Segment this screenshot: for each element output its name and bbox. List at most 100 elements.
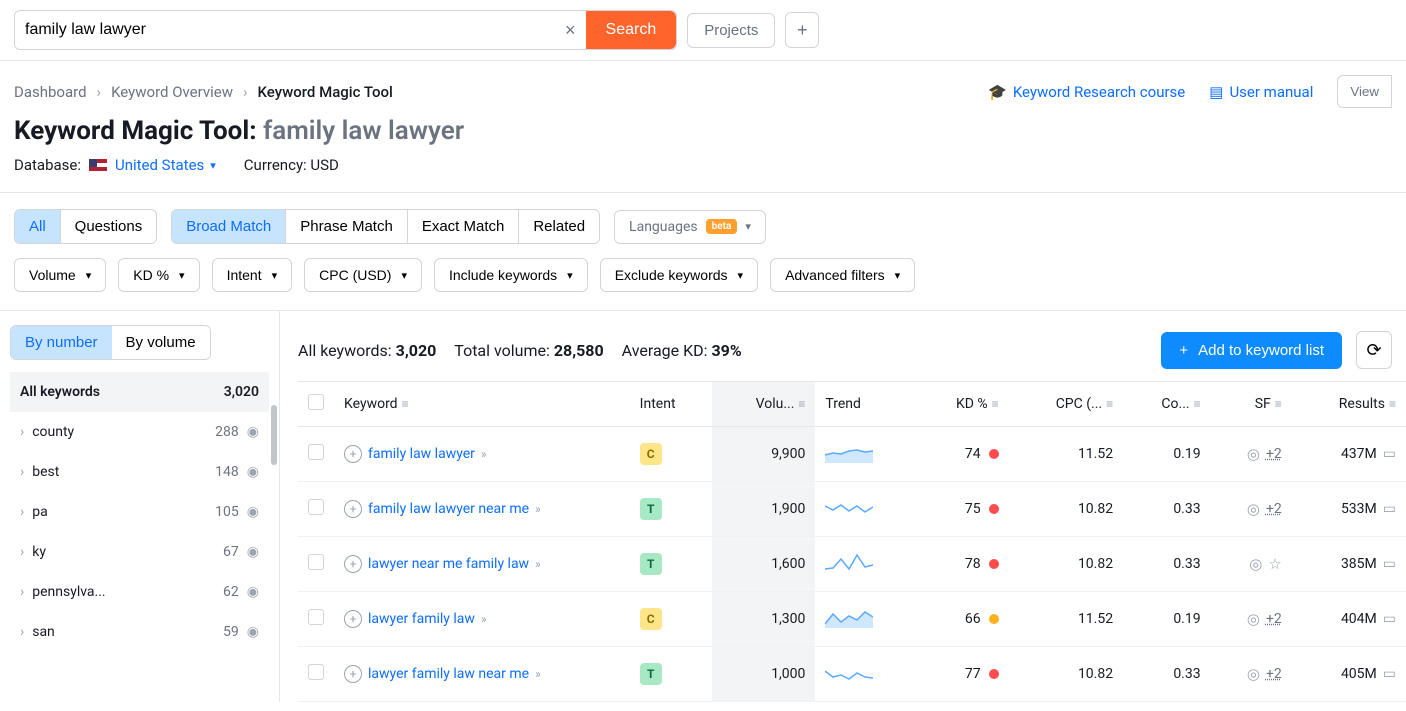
filter-advanced[interactable]: Advanced filters▾ (770, 258, 915, 292)
row-checkbox[interactable] (308, 499, 324, 515)
eye-icon[interactable]: ◉ (247, 424, 259, 440)
currency-label: Currency: USD (244, 156, 339, 174)
sidebar-item[interactable]: ›pennsylva... 62◉ (10, 572, 269, 612)
col-kd[interactable]: KD %≡ (916, 382, 1009, 427)
row-checkbox[interactable] (308, 664, 324, 680)
tab-all[interactable]: All (15, 210, 60, 243)
serp-snapshot-icon[interactable]: ▭ (1383, 501, 1396, 517)
row-checkbox[interactable] (308, 554, 324, 570)
keyword-link[interactable]: lawyer family law near me (368, 666, 529, 682)
add-keyword-icon[interactable]: + (344, 500, 362, 518)
expand-icon[interactable]: » (481, 612, 487, 626)
sidebar-item[interactable]: ›ky 67◉ (10, 532, 269, 572)
serp-snapshot-icon[interactable]: ▭ (1383, 666, 1396, 682)
filter-include-keywords[interactable]: Include keywords▾ (434, 258, 588, 292)
col-competition[interactable]: Co...≡ (1123, 382, 1211, 427)
sidebar-item[interactable]: ›best 148◉ (10, 452, 269, 492)
sidebar-item-count: 62 (223, 584, 239, 600)
sidebar-item-count: 105 (215, 504, 239, 520)
tab-questions[interactable]: Questions (60, 210, 157, 243)
tab-phrase-match[interactable]: Phrase Match (285, 210, 407, 243)
refresh-button[interactable]: ⟳ (1356, 331, 1392, 369)
filter-volume[interactable]: Volume▾ (14, 258, 106, 292)
sidebar-tab-by-volume[interactable]: By volume (112, 326, 210, 359)
trend-sparkline (825, 441, 873, 463)
search-container: × Search (14, 10, 677, 50)
keyword-research-course-link[interactable]: 🎓Keyword Research course (988, 83, 1185, 101)
search-button[interactable]: Search (586, 11, 677, 49)
sf-more[interactable]: +2 (1266, 611, 1282, 627)
sf-more[interactable]: +2 (1266, 446, 1282, 462)
sidebar-item-label: best (32, 464, 59, 480)
cell-serp-features: ◎☆ (1249, 555, 1282, 573)
expand-icon[interactable]: » (535, 557, 541, 571)
expand-icon[interactable]: » (535, 502, 541, 516)
kd-indicator-icon (989, 504, 999, 514)
keyword-link[interactable]: family law lawyer (368, 446, 475, 462)
add-keyword-icon[interactable]: + (344, 555, 362, 573)
search-input[interactable] (15, 13, 555, 47)
cell-volume: 1,000 (712, 647, 815, 702)
table-row: +family law lawyer» C 9,900 74 11.52 0.1… (298, 427, 1406, 482)
eye-icon[interactable]: ◉ (247, 624, 259, 640)
cell-kd: 74 (916, 427, 1009, 482)
cell-serp-features: ◎+2 (1247, 610, 1282, 628)
eye-icon[interactable]: ◉ (247, 544, 259, 560)
cell-volume: 1,900 (712, 482, 815, 537)
row-checkbox[interactable] (308, 609, 324, 625)
sidebar-tab-by-number[interactable]: By number (11, 326, 112, 359)
col-results[interactable]: Results≡ (1292, 382, 1406, 427)
breadcrumb-keyword-overview[interactable]: Keyword Overview (111, 83, 233, 101)
sidebar-sort-toggle: By number By volume (10, 325, 211, 360)
view-button[interactable]: View (1337, 75, 1392, 108)
keyword-link[interactable]: lawyer family law (368, 611, 475, 627)
add-keyword-icon[interactable]: + (344, 445, 362, 463)
user-manual-link[interactable]: ▤User manual (1209, 83, 1313, 101)
keyword-link[interactable]: lawyer near me family law (368, 556, 529, 572)
filter-cpc[interactable]: CPC (USD)▾ (304, 258, 422, 292)
sidebar-item[interactable]: ›san 59◉ (10, 612, 269, 652)
expand-icon[interactable]: » (481, 447, 487, 461)
col-serp-features[interactable]: SF≡ (1211, 382, 1292, 427)
eye-icon[interactable]: ◉ (247, 504, 259, 520)
col-volume[interactable]: Volu...≡ (712, 382, 815, 427)
col-keyword[interactable]: Keyword≡ (334, 382, 630, 427)
add-project-button[interactable]: + (785, 12, 819, 48)
cell-cpc: 11.52 (1009, 592, 1123, 647)
pin-icon: ◎ (1247, 500, 1260, 518)
projects-button[interactable]: Projects (687, 13, 775, 48)
add-keyword-icon[interactable]: + (344, 610, 362, 628)
keyword-link[interactable]: family law lawyer near me (368, 501, 529, 517)
col-cpc[interactable]: CPC (...≡ (1009, 382, 1123, 427)
scrollbar[interactable] (271, 405, 277, 465)
sidebar-item-count: 288 (215, 424, 239, 440)
filter-exclude-keywords[interactable]: Exclude keywords▾ (600, 258, 758, 292)
serp-snapshot-icon[interactable]: ▭ (1383, 611, 1396, 627)
serp-snapshot-icon[interactable]: ▭ (1383, 556, 1396, 572)
sf-more[interactable]: +2 (1266, 666, 1282, 682)
sf-more[interactable]: +2 (1266, 501, 1282, 517)
tab-related[interactable]: Related (518, 210, 599, 243)
filter-intent[interactable]: Intent▾ (212, 258, 293, 292)
serp-snapshot-icon[interactable]: ▭ (1383, 446, 1396, 462)
tab-broad-match[interactable]: Broad Match (172, 210, 285, 243)
sidebar-item[interactable]: ›pa 105◉ (10, 492, 269, 532)
filter-kd[interactable]: KD %▾ (118, 258, 199, 292)
eye-icon[interactable]: ◉ (247, 464, 259, 480)
sidebar-all-keywords[interactable]: All keywords 3,020 (10, 372, 269, 412)
add-to-keyword-list-button[interactable]: +Add to keyword list (1161, 332, 1342, 369)
add-keyword-icon[interactable]: + (344, 665, 362, 683)
languages-filter[interactable]: Languages beta ▾ (614, 210, 766, 244)
eye-icon[interactable]: ◉ (247, 584, 259, 600)
database-selector[interactable]: Database: United States ▾ (14, 156, 216, 174)
clear-search-button[interactable]: × (555, 20, 586, 41)
col-intent[interactable]: Intent (630, 382, 713, 427)
intent-badge: T (640, 663, 662, 685)
plus-icon: + (1179, 342, 1188, 359)
row-checkbox[interactable] (308, 444, 324, 460)
breadcrumb-dashboard[interactable]: Dashboard (14, 83, 87, 101)
select-all-checkbox[interactable] (308, 394, 324, 410)
sidebar-item[interactable]: ›county 288◉ (10, 412, 269, 452)
tab-exact-match[interactable]: Exact Match (407, 210, 519, 243)
expand-icon[interactable]: » (535, 667, 541, 681)
